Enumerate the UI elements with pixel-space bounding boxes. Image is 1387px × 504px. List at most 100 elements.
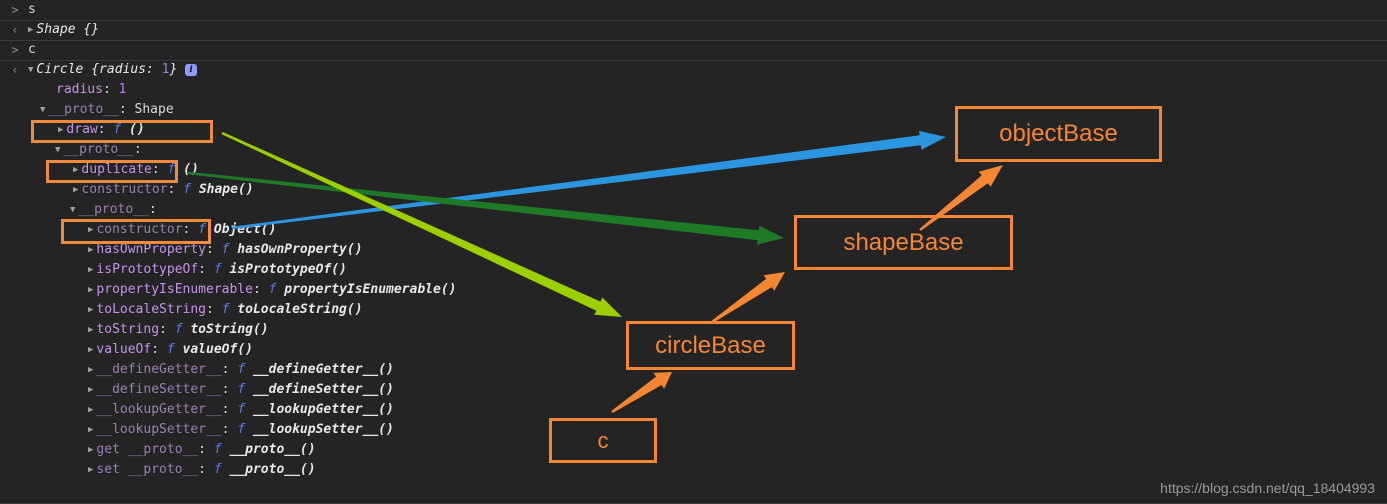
log-text-segment: : [206, 242, 222, 257]
log-text-segment: __lookupSetter__() [245, 422, 394, 437]
log-text-segment: : [151, 342, 167, 357]
console-log-row[interactable]: ▶ __lookupGetter__: f __lookupGetter__() [0, 400, 1387, 420]
log-row-content: ▶ set __proto__: f __proto__() [88, 460, 316, 481]
log-text-segment: : [151, 162, 168, 177]
console-log-row[interactable]: ▶ constructor: f Shape() [0, 180, 1387, 200]
console-log-row[interactable]: ▶ set __proto__: f __proto__() [0, 460, 1387, 480]
console-log-row[interactable]: > c [0, 40, 1387, 60]
log-row-content: ▶ toString: f toString() [88, 320, 269, 341]
log-text-segment: 1 [118, 82, 127, 97]
log-text-segment: Shape() [191, 182, 254, 197]
expand-arrow-right-icon[interactable]: ▶ [88, 320, 93, 340]
console-log-row[interactable]: ▶ hasOwnProperty: f hasOwnProperty() [0, 240, 1387, 260]
log-text-segment: : [206, 302, 222, 317]
log-text-segment: __lookupGetter__() [245, 402, 394, 417]
prompt-icon: > [11, 43, 19, 57]
log-text-segment: toLocaleString [96, 302, 206, 317]
log-text-segment: f [237, 362, 246, 377]
console-log-row[interactable]: ▶ duplicate: f () [0, 160, 1387, 180]
expand-arrow-right-icon[interactable]: ▶ [88, 400, 93, 420]
console-log-row[interactable]: ▼ __proto__: [0, 200, 1387, 220]
log-row-content: ▶ propertyIsEnumerable: f propertyIsEnume… [88, 280, 456, 301]
expand-arrow-right-icon[interactable]: ▶ [88, 460, 93, 480]
log-text-segment: toString() [182, 322, 269, 337]
log-row-content: ▶ Shape {} [28, 20, 99, 41]
expand-arrow-right-icon[interactable]: ▶ [88, 440, 93, 460]
console-log-row[interactable]: ▼ __proto__: [0, 140, 1387, 160]
console-log-row[interactable]: ▶ __lookupSetter__: f __lookupSetter__() [0, 420, 1387, 440]
prompt-icon: > [11, 3, 19, 17]
expand-arrow-right-icon[interactable]: ▶ [88, 360, 93, 380]
log-text-segment: : [221, 362, 238, 377]
log-text-segment: : [221, 422, 238, 437]
console-log-row[interactable]: ‹ ▶ Shape {} [0, 20, 1387, 40]
log-row-content: ▶ duplicate: f () [73, 160, 199, 181]
log-text-segment: c [28, 42, 36, 57]
expand-arrow-down-icon[interactable]: ▼ [55, 140, 60, 160]
console-log-row[interactable]: > s [0, 0, 1387, 20]
expand-arrow-right-icon[interactable]: ▶ [73, 160, 78, 180]
console-log-row[interactable]: ▶ get __proto__: f __proto__() [0, 440, 1387, 460]
console-log-row[interactable]: ▶ toLocaleString: f toLocaleString() [0, 300, 1387, 320]
log-text-segment: draw [66, 122, 98, 137]
log-text-segment: __lookupGetter__ [96, 402, 222, 417]
expand-arrow-down-icon[interactable]: ▼ [28, 60, 33, 80]
log-text-segment: __proto__ [78, 202, 149, 217]
expand-arrow-right-icon[interactable]: ▶ [88, 340, 93, 360]
expand-arrow-right-icon[interactable]: ▶ [88, 280, 93, 300]
console-log-row[interactable]: ▶ draw: f () [0, 120, 1387, 140]
log-text-segment: __defineGetter__() [245, 362, 394, 377]
log-row-content: ▼ __proto__: Shape [40, 100, 174, 121]
log-text-segment: f [183, 182, 191, 197]
log-text-segment: __defineGetter__ [96, 362, 222, 377]
log-text-segment: : [221, 402, 238, 417]
log-text-segment: f [237, 402, 246, 417]
log-text-segment: __proto__ [63, 142, 134, 157]
log-row-content: ▶ valueOf: f valueOf() [88, 340, 253, 361]
expand-arrow-down-icon[interactable]: ▼ [70, 200, 75, 220]
console-log-row[interactable]: ▼ __proto__: Shape [0, 100, 1387, 120]
console-log-row[interactable]: ▶ propertyIsEnumerable: f propertyIsEnume… [0, 280, 1387, 300]
log-row-content: ▶ draw: f () [58, 120, 145, 141]
log-row-content: radius: 1 [56, 80, 126, 100]
info-badge-icon[interactable]: i [185, 64, 198, 76]
log-text-segment: set __proto__ [96, 462, 199, 477]
log-row-content: ▶ __defineGetter__: f __defineGetter__() [88, 360, 394, 381]
devtools-console-screenshot: > s ‹ ▶ Shape {} > c ‹ ▼ Circle {radius: 1} i radi… [0, 0, 1387, 504]
expand-arrow-right-icon[interactable]: ▶ [88, 240, 93, 260]
console-log-row[interactable]: ▶ constructor: f Object() [0, 220, 1387, 240]
log-text-segment: isPrototypeOf() [221, 262, 347, 277]
log-row-content: ▶ __defineSetter__: f __defineSetter__() [88, 380, 394, 401]
console-log-row[interactable]: ▶ isPrototypeOf: f isPrototypeOf() [0, 260, 1387, 280]
expand-arrow-right-icon[interactable]: ▶ [88, 220, 93, 240]
log-text-segment: f [237, 422, 246, 437]
console-log-row[interactable]: ▶ __defineSetter__: f __defineSetter__() [0, 380, 1387, 400]
log-text-segment: : [221, 382, 238, 397]
log-text-segment: : [198, 442, 214, 457]
log-text-segment: f [213, 262, 222, 277]
expand-arrow-right-icon[interactable]: ▶ [58, 120, 63, 140]
watermark-url: https://blog.csdn.net/qq_18404993 [1160, 480, 1375, 496]
expand-arrow-right-icon[interactable]: ▶ [88, 260, 93, 280]
expand-arrow-right-icon[interactable]: ▶ [88, 420, 93, 440]
expand-arrow-right-icon[interactable]: ▶ [73, 180, 78, 200]
log-text-segment: propertyIsEnumerable [96, 282, 253, 297]
console-log-row[interactable]: radius: 1 [0, 80, 1387, 100]
log-text-segment: radius [56, 82, 103, 97]
diagram-box-shapeBase: shapeBase [794, 215, 1013, 270]
log-text-segment: __defineSetter__() [245, 382, 394, 397]
log-text-segment: f [213, 442, 222, 457]
log-text-segment: : [182, 222, 199, 237]
log-text-segment: get __proto__ [96, 442, 199, 457]
expand-arrow-right-icon[interactable]: ▶ [88, 300, 93, 320]
console-log-row[interactable]: ‹ ▼ Circle {radius: 1} i [0, 60, 1387, 80]
expand-arrow-right-icon[interactable]: ▶ [28, 20, 33, 40]
expand-arrow-right-icon[interactable]: ▶ [88, 380, 93, 400]
log-row-content: ▶ __lookupGetter__: f __lookupGetter__() [88, 400, 394, 421]
diagram-box-circleBase: circleBase [626, 321, 795, 370]
log-text-segment: Object() [206, 222, 277, 237]
log-text-segment: () [121, 122, 145, 137]
expand-arrow-down-icon[interactable]: ▼ [40, 100, 45, 120]
log-text-segment: f [166, 342, 175, 357]
log-text-segment: Shape {} [36, 22, 100, 37]
